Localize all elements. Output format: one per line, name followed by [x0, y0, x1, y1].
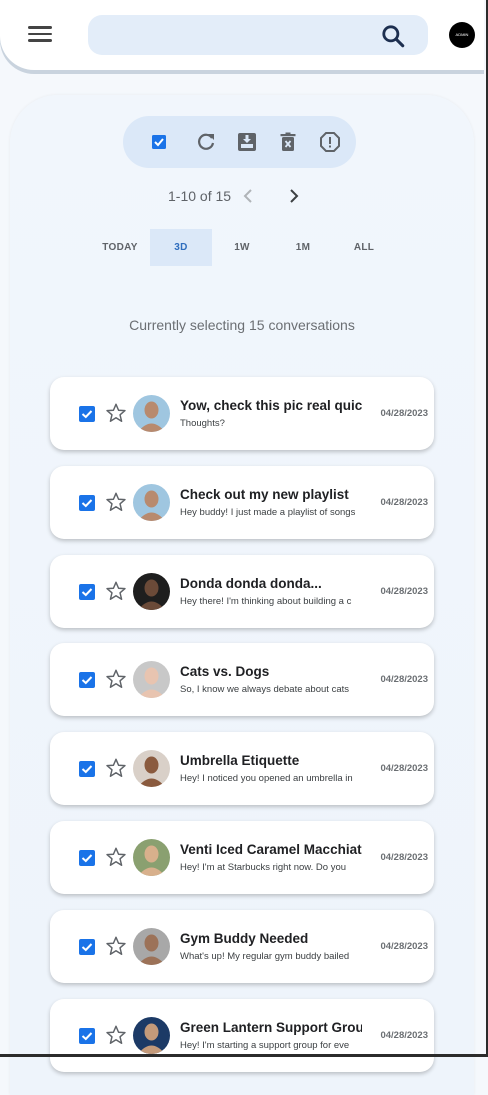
sender-avatar [133, 928, 170, 965]
conversation-date: 04/28/2023 [380, 763, 428, 774]
report-spam-icon[interactable] [318, 130, 342, 154]
conversation-snippet: Hey there! I'm thinking about building a… [180, 596, 352, 607]
star-icon[interactable] [105, 491, 127, 513]
conversation-card[interactable]: Green Lantern Support Group Hey! I'm star… [50, 999, 434, 1072]
row-checkbox-icon[interactable] [79, 1028, 95, 1044]
conversation-date: 04/28/2023 [380, 1030, 428, 1041]
star-icon[interactable] [105, 1024, 127, 1046]
sender-avatar [133, 573, 170, 610]
delete-icon[interactable] [276, 130, 300, 154]
conversation-snippet: Hey! I'm at Starbucks right now. Do you [180, 862, 347, 873]
conversation-card[interactable]: Cats vs. Dogs So, I know we always debate… [50, 643, 434, 716]
conversation-snippet: So, I know we always debate about cats [180, 684, 349, 695]
conversation-snippet: What's up! My regular gym buddy bailed [180, 951, 350, 962]
conversation-date: 04/28/2023 [380, 408, 428, 419]
star-icon[interactable] [105, 402, 127, 424]
conversation-date: 04/28/2023 [380, 497, 428, 508]
conversation-card[interactable]: Umbrella Etiquette Hey! I noticed you ope… [50, 732, 434, 805]
search-icon[interactable] [380, 23, 406, 49]
select-all-checkbox-icon[interactable] [147, 130, 171, 154]
top-app-bar: ADMIN [0, 0, 484, 70]
filter-all[interactable]: ALL [333, 229, 395, 266]
conversation-snippet: Hey! I'm starting a support group for ev… [180, 1040, 350, 1051]
account-avatar[interactable]: ADMIN [449, 22, 475, 48]
selection-status: Currently selecting 15 conversations [129, 317, 355, 333]
sender-avatar [133, 395, 170, 432]
search-input[interactable] [102, 23, 366, 49]
conversation-card[interactable]: Donda donda donda... Hey there! I'm think… [50, 555, 434, 628]
conversation-card[interactable]: Yow, check this pic real quick Thoughts? 0… [50, 377, 434, 450]
sender-avatar [133, 839, 170, 876]
sender-avatar [133, 750, 170, 787]
filter-3d[interactable]: 3D [150, 229, 212, 266]
sender-avatar [133, 1017, 170, 1054]
conversation-date: 04/28/2023 [380, 674, 428, 685]
chevron-left-icon[interactable] [240, 186, 258, 206]
conversation-card[interactable]: Venti Iced Caramel Macchiato Hey! I'm at … [50, 821, 434, 894]
row-checkbox-icon[interactable] [79, 584, 95, 600]
conversation-title: Gym Buddy Needed [180, 931, 309, 946]
conversation-card[interactable]: Check out my new playlist Hey buddy! I ju… [50, 466, 434, 539]
row-checkbox-icon[interactable] [79, 495, 95, 511]
star-icon[interactable] [105, 580, 127, 602]
conversation-card[interactable]: Gym Buddy Needed What's up! My regular gy… [50, 910, 434, 983]
conversation-title: Venti Iced Caramel Macchiato [180, 842, 362, 857]
chevron-right-icon[interactable] [284, 186, 302, 206]
hamburger-menu-icon[interactable] [28, 22, 58, 48]
conversation-title: Green Lantern Support Group [180, 1020, 362, 1035]
star-icon[interactable] [105, 668, 127, 690]
conversation-date: 04/28/2023 [380, 852, 428, 863]
conversation-title: Cats vs. Dogs [180, 664, 270, 679]
filter-today[interactable]: TODAY [89, 229, 151, 266]
sender-avatar [133, 661, 170, 698]
conversation-snippet: Thoughts? [180, 418, 225, 429]
filter-1m[interactable]: 1M [272, 229, 334, 266]
filter-1w[interactable]: 1W [211, 229, 273, 266]
conversation-title: Donda donda donda... [180, 576, 322, 591]
row-checkbox-icon[interactable] [79, 406, 95, 422]
row-checkbox-icon[interactable] [79, 850, 95, 866]
archive-download-icon[interactable] [235, 130, 259, 154]
refresh-icon[interactable] [194, 130, 218, 154]
conversation-date: 04/28/2023 [380, 941, 428, 952]
conversation-title: Check out my new playlist [180, 487, 349, 502]
search-bar[interactable] [88, 15, 428, 55]
row-checkbox-icon[interactable] [79, 672, 95, 688]
row-checkbox-icon[interactable] [79, 939, 95, 955]
star-icon[interactable] [105, 757, 127, 779]
conversation-snippet: Hey buddy! I just made a playlist of son… [180, 507, 356, 518]
sender-avatar [133, 484, 170, 521]
pagination-range: 1-10 of 15 [168, 188, 232, 204]
conversation-title: Yow, check this pic real quick [180, 398, 362, 413]
conversation-snippet: Hey! I noticed you opened an umbrella in [180, 773, 353, 784]
row-checkbox-icon[interactable] [79, 761, 95, 777]
star-icon[interactable] [105, 846, 127, 868]
conversation-date: 04/28/2023 [380, 586, 428, 597]
bulk-action-toolbar [123, 116, 356, 168]
conversation-title: Umbrella Etiquette [180, 753, 300, 768]
star-icon[interactable] [105, 935, 127, 957]
